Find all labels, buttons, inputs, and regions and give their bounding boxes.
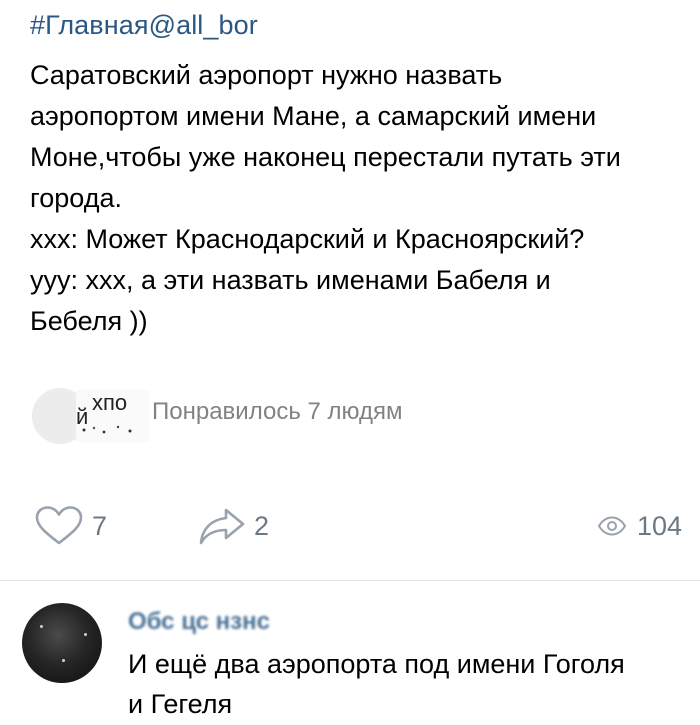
avatar-detail: [84, 633, 87, 636]
like-button[interactable]: 7: [34, 500, 107, 552]
post-actions-bar: 7 2 104: [0, 500, 700, 552]
share-button[interactable]: 2: [198, 500, 269, 552]
heart-outline-icon: [35, 506, 83, 545]
share-arrow-icon: [199, 508, 245, 545]
post-text-line: города.: [30, 183, 122, 213]
comment-text-line: И ещё два аэропорта под имени Гоголя: [128, 649, 625, 679]
avatar[interactable]: [22, 603, 102, 683]
post-text-line: ууу: ххх, а эти назвать именами Бабеля и: [30, 265, 551, 295]
post-text-line: Саратовский аэропорт нужно назвать: [30, 60, 503, 90]
likers-row[interactable]: хпо й Понравилось 7 людям: [32, 388, 632, 444]
avatar-detail: [62, 659, 65, 662]
avatar-overlay-text: хпо: [92, 390, 128, 415]
views-counter: 104: [597, 500, 682, 552]
comment-text-line: и Гегеля: [128, 689, 233, 719]
eye-icon: [597, 516, 627, 536]
comment-text: И ещё два аэропорта под имени Гоголя и Г…: [128, 644, 688, 724]
post-text-line: Моне,чтобы уже наконец перестали путать …: [30, 142, 621, 172]
post-text: Саратовский аэропорт нужно назвать аэроп…: [30, 55, 690, 342]
divider: [0, 580, 700, 581]
comment-author-name[interactable]: Обс цс нзнс: [128, 608, 270, 636]
post-text-line: аэропортом имени Мане, а самарский имени: [30, 101, 597, 131]
avatar-sparkles-icon: [82, 425, 132, 434]
hashtag-link[interactable]: #Главная@all_bor: [30, 10, 258, 41]
likes-summary-text[interactable]: Понравилось 7 людям: [152, 398, 403, 426]
liker-avatar[interactable]: хпо й: [76, 390, 150, 442]
avatar-detail: [40, 625, 43, 628]
post-text-line: ххх: Может Краснодарский и Красноярский?: [30, 224, 585, 254]
shares-count: 2: [254, 510, 270, 541]
post-text-line: Бебеля )): [30, 306, 148, 336]
likes-count: 7: [92, 510, 108, 541]
views-count: 104: [636, 510, 682, 541]
